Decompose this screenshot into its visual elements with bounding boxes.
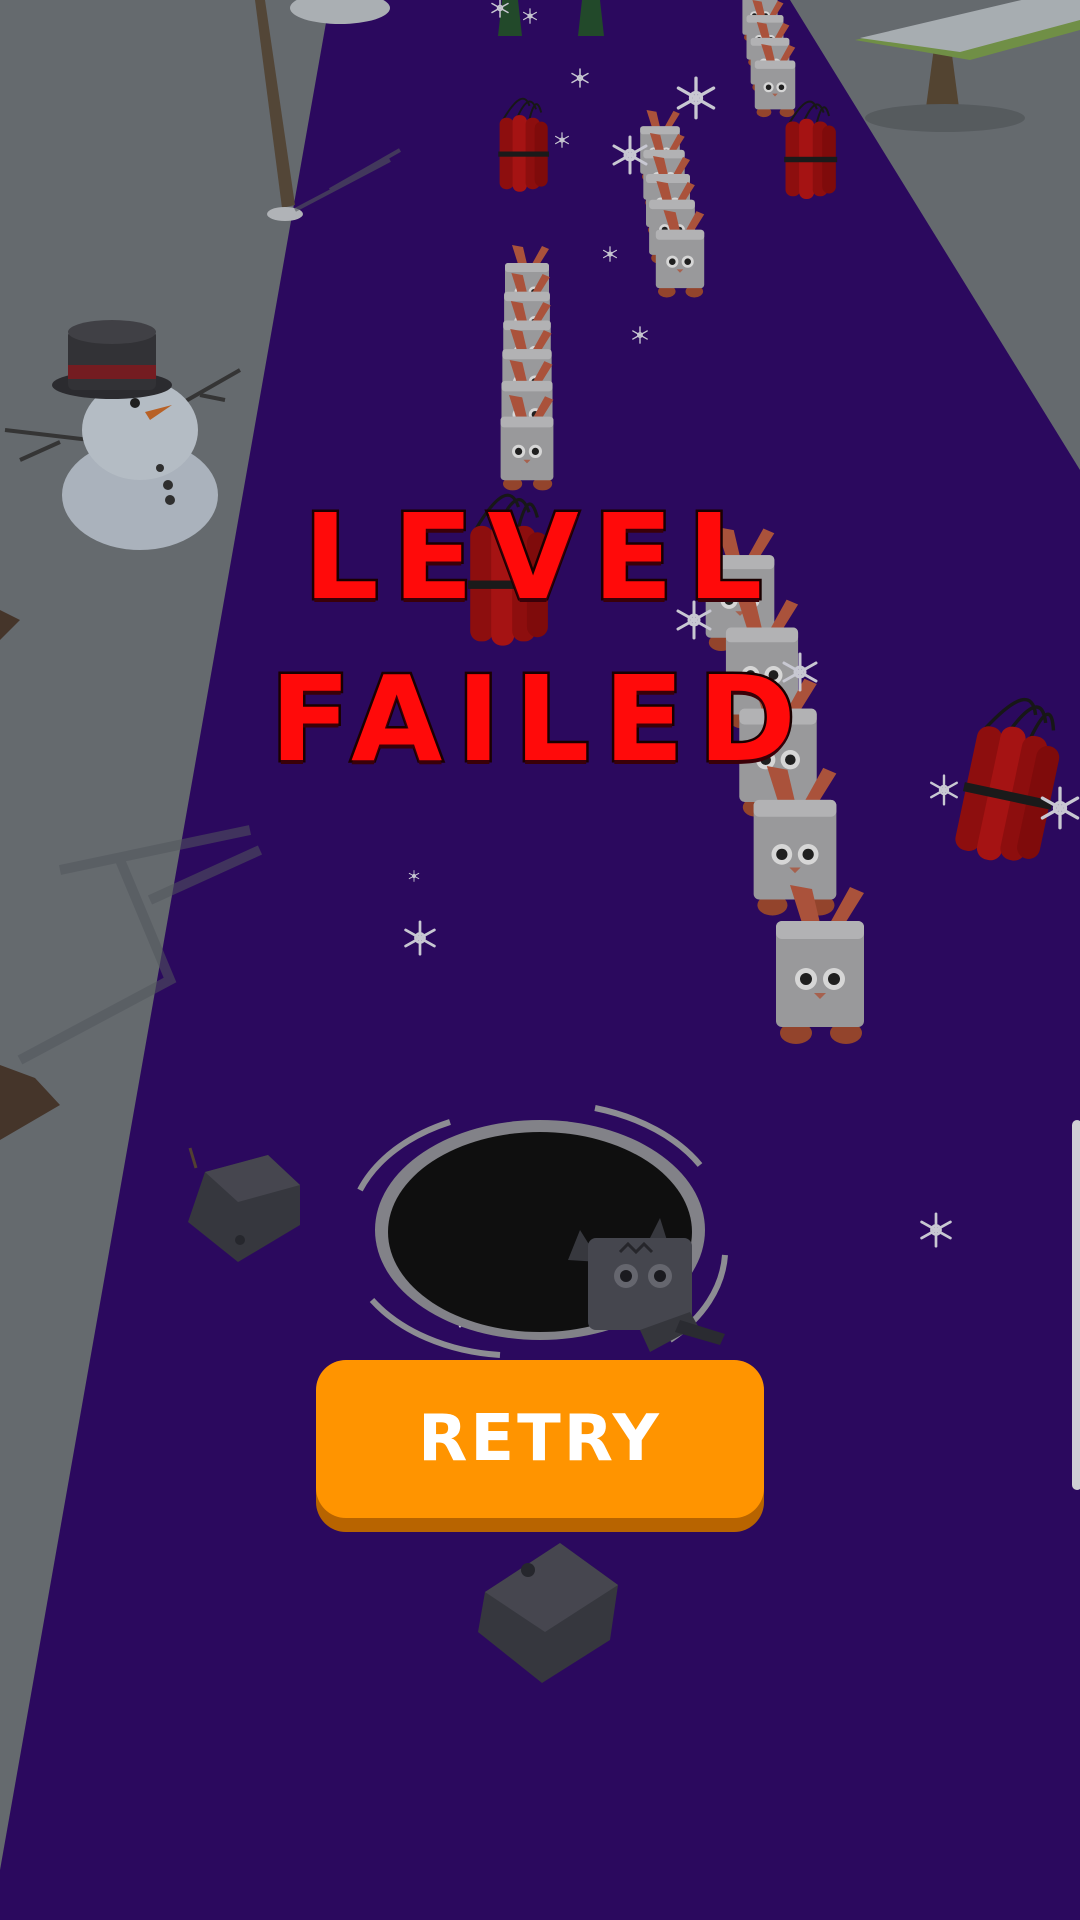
level-failed-subtitle: FAILED	[267, 648, 811, 791]
game-world	[0, 0, 1080, 1920]
edge-handle[interactable]	[1072, 1120, 1080, 1490]
level-failed-title: LEVEL	[301, 486, 777, 629]
retry-button-face: RETRY	[316, 1360, 764, 1518]
game-screen: LEVEL FAILED RETRY	[0, 0, 1080, 1920]
retry-label: RETRY	[418, 1402, 662, 1476]
retry-button[interactable]: RETRY	[316, 1360, 764, 1532]
dim-overlay	[0, 0, 1080, 1920]
